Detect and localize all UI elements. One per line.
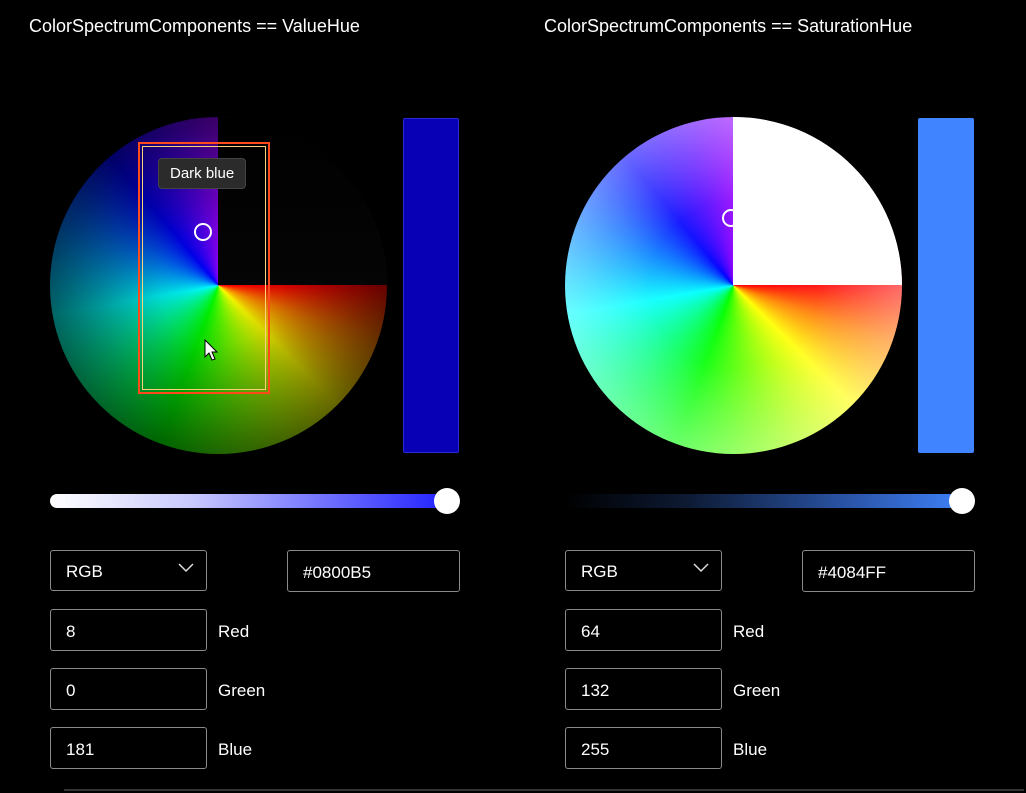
red-value: 8 [66,622,76,641]
blue-value: 255 [581,740,610,759]
green-value: 0 [66,681,76,700]
value-slider-thumb[interactable] [434,488,460,514]
red-input[interactable]: 64 [565,609,722,651]
color-picker-valuehue: ColorSpectrumComponents == ValueHue Dark… [0,0,513,793]
hex-input[interactable]: #0800B5 [287,550,460,592]
green-value: 132 [581,681,610,700]
blue-label: Blue [218,740,253,759]
divider [64,789,1024,791]
green-label: Green [218,681,266,700]
color-preview [403,118,459,453]
spectrum-selector[interactable] [194,223,212,241]
red-input[interactable]: 8 [50,609,207,651]
mouse-pointer-icon [204,339,218,361]
color-picker-saturationhue: ColorSpectrumComponents == SaturationHue… [515,0,1026,793]
hex-value: #4084FF [818,563,887,582]
blue-input[interactable]: 255 [565,727,722,769]
color-tooltip: Dark blue [158,158,247,189]
color-spectrum[interactable] [565,117,902,454]
color-preview [918,118,974,453]
chevron-down-icon [693,563,709,573]
red-label: Red [733,622,765,641]
blue-value: 181 [66,740,95,759]
red-value: 64 [581,622,600,641]
panel-title: ColorSpectrumComponents == SaturationHue [544,16,913,36]
hex-input[interactable]: #4084FF [802,550,975,592]
color-mode-dropdown[interactable]: RGB [565,550,722,591]
green-label: Green [733,681,781,700]
hex-value: #0800B5 [303,563,372,582]
value-slider-track[interactable] [565,494,973,508]
blue-input[interactable]: 181 [50,727,207,769]
spectrum-selector[interactable] [722,209,740,227]
panel-title: ColorSpectrumComponents == ValueHue [29,16,360,36]
value-slider-track[interactable] [50,494,458,508]
color-mode-dropdown[interactable]: RGB [50,550,207,591]
spectrum-wheel[interactable] [565,117,902,454]
color-mode-value: RGB [66,562,103,581]
red-label: Red [218,622,250,641]
value-slider-thumb[interactable] [949,488,975,514]
blue-label: Blue [733,740,768,759]
green-input[interactable]: 0 [50,668,207,710]
green-input[interactable]: 132 [565,668,722,710]
color-mode-value: RGB [581,562,618,581]
chevron-down-icon [178,563,194,573]
